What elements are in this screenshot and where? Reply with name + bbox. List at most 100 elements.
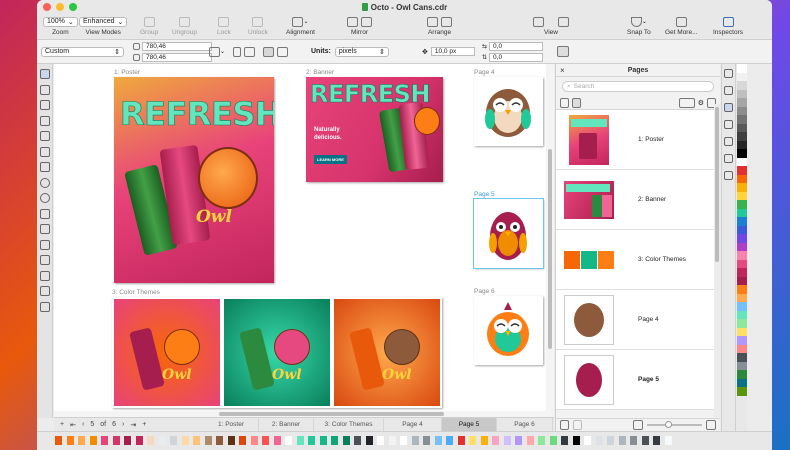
arrange-control[interactable]: Arrange bbox=[427, 16, 452, 36]
thumbnail-size-slider[interactable] bbox=[647, 421, 702, 428]
first-page-icon[interactable]: ⇤ bbox=[70, 421, 76, 429]
thumbnail-size-icon[interactable] bbox=[678, 97, 695, 108]
color-swatch[interactable] bbox=[480, 436, 488, 445]
color-swatch[interactable] bbox=[354, 436, 361, 445]
color-swatch[interactable] bbox=[737, 64, 747, 73]
color-swatch[interactable] bbox=[607, 436, 614, 445]
color-swatch[interactable] bbox=[262, 436, 269, 445]
color-swatch[interactable] bbox=[737, 259, 747, 268]
page-tab[interactable]: Page 6 bbox=[497, 417, 553, 432]
color-swatch[interactable] bbox=[737, 268, 747, 277]
pages-list-item-page-4[interactable]: Page 4 bbox=[556, 290, 720, 350]
pages-list-item-page-5[interactable]: Page 5 bbox=[556, 350, 720, 410]
gear-icon[interactable]: ⚙ bbox=[698, 99, 704, 107]
mirror-horizontal-icon[interactable] bbox=[347, 16, 358, 27]
color-swatch[interactable] bbox=[737, 319, 747, 328]
color-swatch[interactable] bbox=[227, 436, 235, 445]
color-swatch[interactable] bbox=[595, 436, 603, 445]
color-swatch[interactable] bbox=[469, 436, 476, 445]
color-swatch[interactable] bbox=[737, 327, 747, 336]
rectangle-tool-icon[interactable] bbox=[40, 162, 50, 172]
color-swatch[interactable] bbox=[737, 106, 747, 115]
color-swatch[interactable] bbox=[737, 166, 747, 175]
color-swatch[interactable] bbox=[423, 436, 430, 445]
color-swatch[interactable] bbox=[737, 191, 747, 200]
color-swatch[interactable] bbox=[400, 436, 407, 445]
pages-list-item-poster[interactable]: 1: Poster bbox=[556, 110, 720, 170]
color-swatch[interactable] bbox=[492, 436, 499, 445]
drawing-canvas[interactable]: 1: Poster REFRESH Owl 2: Banner REFRESH … bbox=[54, 64, 554, 417]
color-swatch[interactable] bbox=[181, 436, 189, 445]
color-swatch[interactable] bbox=[55, 436, 62, 445]
view-modes-select[interactable]: Enhanced ⌄ bbox=[79, 16, 128, 27]
color-swatch[interactable] bbox=[89, 436, 97, 445]
color-swatch[interactable] bbox=[411, 436, 419, 445]
color-swatch[interactable] bbox=[737, 361, 747, 370]
ellipse-tool-icon[interactable] bbox=[40, 177, 50, 188]
tag-tab-icon[interactable] bbox=[724, 154, 733, 163]
color-swatch[interactable] bbox=[457, 436, 465, 445]
color-swatch[interactable] bbox=[549, 436, 557, 445]
mirror-control[interactable]: Mirror bbox=[347, 16, 372, 36]
freehand-tool-icon[interactable] bbox=[40, 131, 50, 141]
pattern-tool-icon[interactable] bbox=[40, 270, 50, 281]
color-swatch[interactable] bbox=[737, 208, 747, 217]
color-swatch[interactable] bbox=[737, 387, 747, 396]
page-layout-icon[interactable] bbox=[209, 46, 220, 57]
comments-tab-icon[interactable] bbox=[724, 120, 733, 129]
color-swatch[interactable] bbox=[124, 436, 131, 445]
color-swatch[interactable] bbox=[737, 242, 747, 251]
multi-page-icon[interactable] bbox=[572, 97, 581, 108]
color-swatch[interactable] bbox=[135, 436, 143, 445]
color-swatch[interactable] bbox=[737, 310, 747, 319]
blend-tool-icon[interactable] bbox=[40, 239, 50, 250]
color-swatch[interactable] bbox=[434, 436, 442, 445]
color-swatch[interactable] bbox=[388, 436, 396, 445]
landscape-icon[interactable] bbox=[244, 46, 256, 57]
color-swatch[interactable] bbox=[308, 436, 315, 445]
fill-tool-icon[interactable] bbox=[40, 301, 50, 312]
color-swatch[interactable] bbox=[250, 436, 258, 445]
page-tab[interactable]: 2: Banner bbox=[259, 417, 314, 432]
color-swatch[interactable] bbox=[618, 436, 626, 445]
page-preset-select[interactable]: Custom ⇕ bbox=[41, 46, 124, 57]
pages-list-scroll-thumb[interactable] bbox=[715, 107, 719, 262]
color-swatch[interactable] bbox=[204, 436, 212, 445]
color-swatch[interactable] bbox=[641, 436, 649, 445]
color-swatch[interactable] bbox=[296, 436, 304, 445]
ungroup-button[interactable]: Ungroup bbox=[172, 16, 197, 36]
color-swatch[interactable] bbox=[170, 436, 177, 445]
delete-page-icon[interactable] bbox=[573, 420, 582, 430]
inspectors-button[interactable]: Inspectors bbox=[713, 16, 743, 36]
page-5[interactable] bbox=[473, 198, 544, 269]
color-swatch[interactable] bbox=[538, 436, 545, 445]
color-swatch[interactable] bbox=[526, 436, 534, 445]
nudge-input[interactable]: 10,0 px bbox=[430, 47, 475, 56]
color-swatch[interactable] bbox=[630, 436, 637, 445]
color-swatch[interactable] bbox=[572, 436, 580, 445]
add-page-before-icon[interactable]: + bbox=[60, 421, 64, 428]
color-swatch[interactable] bbox=[737, 225, 747, 234]
layers-tab-icon[interactable] bbox=[724, 171, 733, 180]
color-swatch[interactable] bbox=[737, 123, 747, 132]
artistic-media-tool-icon[interactable] bbox=[40, 146, 50, 157]
export-tab-icon[interactable] bbox=[724, 137, 733, 146]
arrange-back-icon[interactable] bbox=[441, 16, 452, 27]
color-swatch[interactable] bbox=[737, 285, 747, 294]
color-swatch[interactable] bbox=[319, 436, 327, 445]
pick-tool-icon[interactable] bbox=[40, 69, 50, 79]
get-more-button[interactable]: Get More... bbox=[665, 16, 698, 36]
connector-tool-icon[interactable] bbox=[40, 224, 50, 234]
page-border-button[interactable] bbox=[557, 46, 569, 57]
close-docker-icon[interactable]: × bbox=[560, 66, 565, 75]
page-4[interactable] bbox=[474, 77, 543, 146]
page-tab[interactable]: Page 5 bbox=[442, 417, 497, 432]
crop-tool-icon[interactable] bbox=[40, 100, 50, 110]
color-swatch[interactable] bbox=[737, 200, 747, 209]
units-select[interactable]: pixels ⇕ bbox=[334, 46, 389, 57]
list-view-icon[interactable] bbox=[633, 420, 643, 430]
page-tab[interactable]: 1: Poster bbox=[204, 417, 259, 432]
pages-list-item-banner[interactable]: 2: Banner bbox=[556, 170, 720, 230]
page-poster[interactable]: REFRESH Owl bbox=[114, 77, 274, 283]
all-pages-icon[interactable] bbox=[263, 46, 275, 57]
